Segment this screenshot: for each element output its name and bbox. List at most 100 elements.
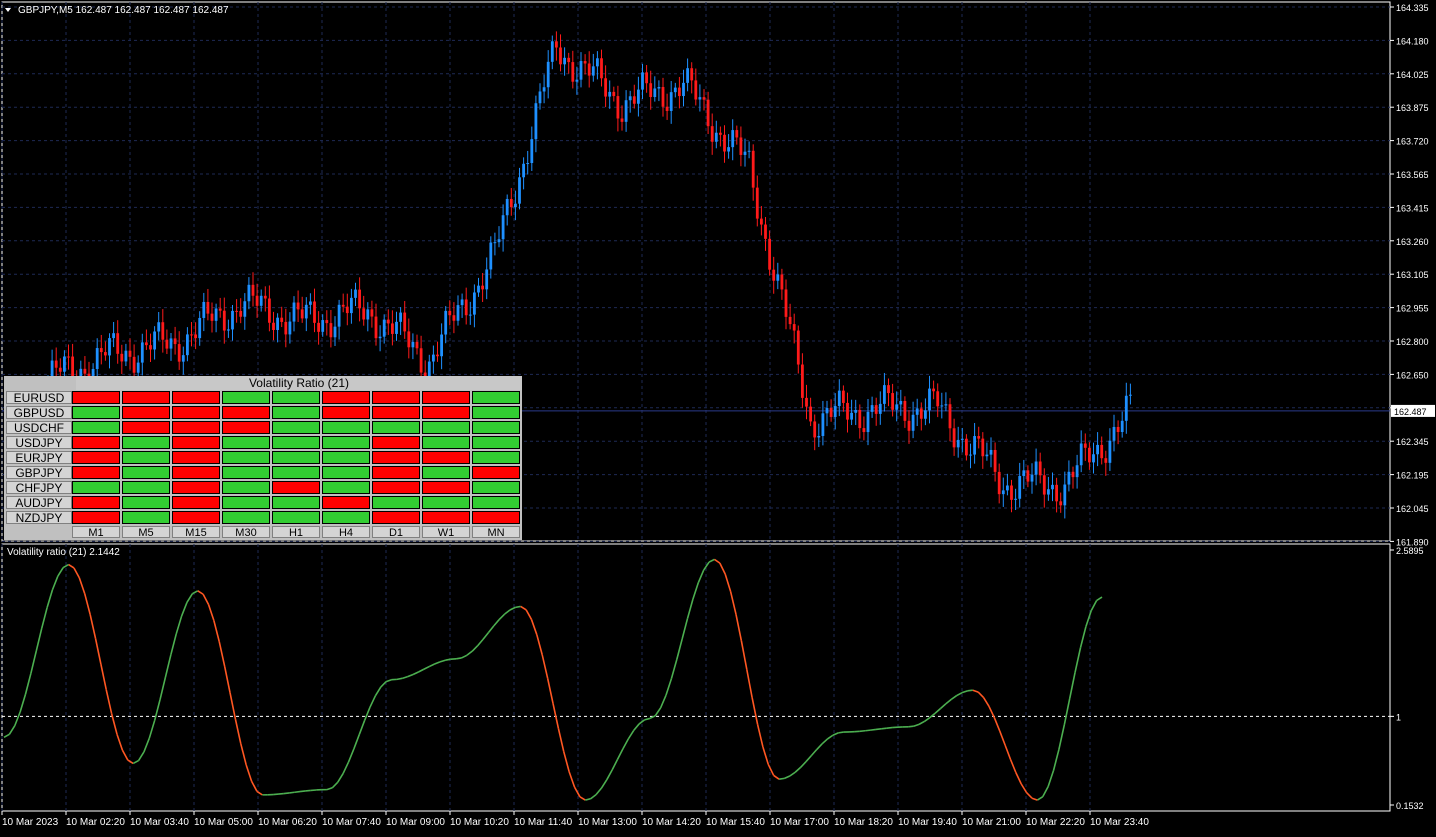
candle-body bbox=[822, 413, 825, 436]
ratio-cell-eurjpy-h4 bbox=[322, 451, 370, 464]
timeframe-label-h4[interactable]: H4 bbox=[322, 526, 370, 538]
time-tick-label: 10 Mar 23:40 bbox=[1090, 817, 1149, 828]
candle-body bbox=[530, 139, 533, 163]
candle-body bbox=[440, 335, 443, 357]
candle-body bbox=[317, 323, 320, 332]
indicator-frame bbox=[2, 544, 1390, 811]
symbol-label-chfjpy[interactable]: CHFJPY bbox=[6, 481, 72, 494]
candle-body bbox=[280, 318, 283, 322]
candle-body bbox=[719, 133, 722, 135]
volatility-ratio-segment bbox=[176, 616, 181, 634]
volatility-ratio-segment bbox=[655, 708, 660, 716]
timeframe-label-w1[interactable]: W1 bbox=[422, 526, 470, 538]
ratio-cell-chfjpy-m1 bbox=[72, 481, 120, 494]
candle-body bbox=[96, 348, 99, 369]
candle-body bbox=[161, 322, 164, 339]
volatility-ratio-segment bbox=[133, 761, 138, 764]
candle-body bbox=[703, 97, 706, 100]
candle-body bbox=[260, 296, 263, 306]
candle-body bbox=[674, 88, 677, 93]
volatility-ratio-segment bbox=[1011, 759, 1016, 772]
volatility-ratio-segment bbox=[725, 574, 730, 591]
symbol-label-gbpusd[interactable]: GBPUSD bbox=[6, 406, 72, 419]
volatility-ratio-segment bbox=[295, 792, 300, 793]
candle-body bbox=[485, 269, 488, 289]
timeframe-label-m5[interactable]: M5 bbox=[122, 526, 170, 538]
candle-body bbox=[1018, 476, 1021, 499]
candle-body bbox=[366, 309, 369, 319]
candle-body bbox=[407, 331, 410, 347]
candle-body bbox=[305, 305, 308, 319]
volatility-ratio-segment bbox=[871, 729, 876, 730]
volatility-ratio-segment bbox=[1043, 786, 1048, 796]
timeframe-label-m15[interactable]: M15 bbox=[172, 526, 220, 538]
volatility-ratio-segment bbox=[42, 608, 47, 629]
candle-body bbox=[834, 406, 837, 417]
candle-body bbox=[182, 355, 185, 362]
candle-body bbox=[301, 309, 304, 318]
candle-body bbox=[760, 219, 763, 225]
ratio-cell-nzdjpy-h4 bbox=[322, 511, 370, 524]
volatility-ratio-segment bbox=[397, 678, 402, 679]
symbol-label-eurusd[interactable]: EURUSD bbox=[6, 391, 72, 404]
candle-body bbox=[194, 334, 197, 338]
volatility-ratio-segment bbox=[558, 728, 563, 751]
symbol-label-nzdjpy[interactable]: NZDJPY bbox=[6, 511, 72, 524]
ratio-cell-gbpusd-m30 bbox=[222, 406, 270, 419]
volatility-ratio-segment bbox=[833, 733, 838, 735]
candle-body bbox=[785, 289, 788, 316]
volatility-ratio-segment bbox=[935, 709, 940, 714]
candle-body bbox=[1059, 501, 1062, 505]
volatility-ratio-segment bbox=[887, 728, 892, 729]
volatility-ratio-segment bbox=[634, 724, 639, 730]
symbol-label-gbpjpy[interactable]: GBPJPY bbox=[6, 466, 72, 479]
volatility-ratio-segment bbox=[989, 706, 994, 717]
candle-body bbox=[813, 421, 816, 437]
candle-body bbox=[645, 72, 648, 83]
symbol-label-usdjpy[interactable]: USDJPY bbox=[6, 436, 72, 449]
timeframe-label-m30[interactable]: M30 bbox=[222, 526, 270, 538]
current-price-label: 162.487 bbox=[1394, 407, 1427, 417]
candle-body bbox=[899, 401, 902, 404]
symbol-label-eurjpy[interactable]: EURJPY bbox=[6, 451, 72, 464]
volatility-ratio-segment bbox=[1054, 749, 1059, 770]
volatility-ratio-segment bbox=[779, 778, 784, 779]
ratio-cell-usdjpy-m5 bbox=[122, 436, 170, 449]
candle-body bbox=[908, 421, 911, 431]
candle-body bbox=[887, 385, 890, 393]
candle-body bbox=[116, 333, 119, 354]
symbol-label-usdchf[interactable]: USDCHF bbox=[6, 421, 72, 434]
candle-body bbox=[1047, 489, 1050, 494]
volatility-ratio-segment bbox=[101, 664, 106, 690]
volatility-ratio-segment bbox=[1032, 798, 1037, 800]
volatility-ratio-segment bbox=[585, 799, 590, 800]
timeframe-label-mn[interactable]: MN bbox=[472, 526, 520, 538]
volatility-ratio-segment bbox=[876, 729, 881, 730]
candle-body bbox=[920, 408, 923, 418]
candle-body bbox=[842, 391, 845, 403]
time-tick-label: 10 Mar 03:40 bbox=[130, 817, 189, 828]
volatility-ratio-segment bbox=[209, 604, 214, 620]
volatility-ratio-segment bbox=[930, 713, 935, 717]
volatility-ratio-segment bbox=[941, 704, 946, 709]
ratio-cell-usdjpy-h4 bbox=[322, 436, 370, 449]
time-tick-label: 10 Mar 05:00 bbox=[194, 817, 253, 828]
candle-body bbox=[383, 320, 386, 337]
ratio-cell-gbpjpy-m5 bbox=[122, 466, 170, 479]
candle-body bbox=[699, 97, 702, 99]
symbol-label-audjpy[interactable]: AUDJPY bbox=[6, 496, 72, 509]
candle-body bbox=[125, 351, 128, 362]
volatility-ratio-segment bbox=[828, 735, 833, 739]
timeframe-label-d1[interactable]: D1 bbox=[372, 526, 420, 538]
volatility-ratio-segment bbox=[521, 606, 526, 609]
ratio-cell-audjpy-m1 bbox=[72, 496, 120, 509]
volatility-ratio-segment bbox=[47, 590, 52, 608]
candle-body bbox=[59, 368, 62, 372]
ratio-cell-nzdjpy-h1 bbox=[272, 511, 320, 524]
candle-body bbox=[350, 298, 353, 313]
timeframe-label-m1[interactable]: M1 bbox=[72, 526, 120, 538]
ratio-cell-eurjpy-h1 bbox=[272, 451, 320, 464]
candle-body bbox=[940, 405, 943, 406]
timeframe-label-h1[interactable]: H1 bbox=[272, 526, 320, 538]
volatility-ratio-segment bbox=[978, 692, 983, 697]
